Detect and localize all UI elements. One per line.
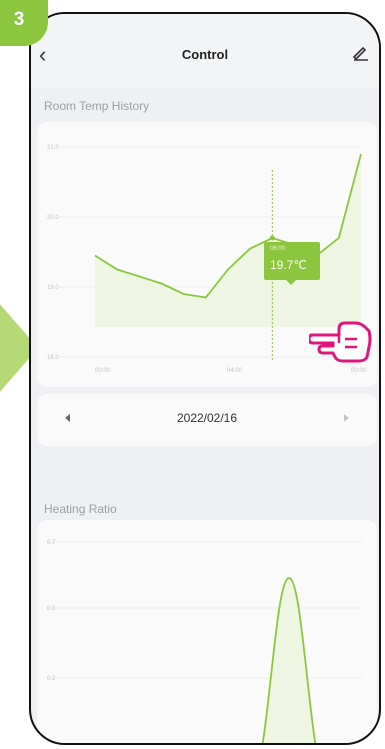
date-navigator: 2022/02/16	[37, 394, 377, 446]
temp-x-tick: 00:00	[95, 368, 111, 374]
temp-highlight-point	[269, 235, 275, 241]
heating-ratio-label: Heating Ratio	[44, 502, 117, 516]
room-temp-chart-card: 21.0 20.0 19.0 18.0 00:00 04:00 00:00 06:00 1…	[37, 122, 377, 387]
pointing-hand-icon	[309, 321, 372, 363]
temp-y-tick: 21.0	[47, 145, 59, 151]
temp-y-tick: 20.0	[47, 215, 59, 221]
edit-pencil-icon[interactable]	[351, 43, 369, 61]
next-date-arrow-icon[interactable]	[344, 414, 349, 422]
heating-chart-card: 0.7 0.5 0.2	[37, 520, 377, 745]
heating-y-tick: 0.5	[47, 606, 56, 612]
heating-area-fill	[262, 578, 316, 743]
current-date: 2022/02/16	[176, 411, 238, 425]
temp-x-tick: 04:00	[227, 368, 243, 374]
heating-y-tick: 0.7	[47, 540, 56, 546]
temp-y-tick: 19.0	[47, 285, 59, 291]
page-title: Control	[181, 47, 229, 62]
heating-y-tick: 0.2	[47, 676, 56, 682]
step-badge: 3	[0, 0, 48, 46]
temp-y-tick: 18.0	[47, 355, 59, 361]
temp-tooltip: 06:00 19.7℃	[264, 242, 320, 285]
tooltip-time: 06:00	[270, 246, 286, 252]
top-bar: ‹ Control	[31, 14, 379, 88]
phone-frame: ‹ Control Room Temp History 21.0 20.0 19.0…	[29, 12, 381, 745]
temp-area-fill	[95, 154, 361, 327]
room-temp-label: Room Temp History	[44, 99, 150, 113]
temp-x-tick: 00:00	[351, 368, 367, 374]
tooltip-value: 19.7℃	[270, 258, 307, 272]
heating-chart[interactable]: 0.7 0.5 0.2	[37, 520, 377, 745]
